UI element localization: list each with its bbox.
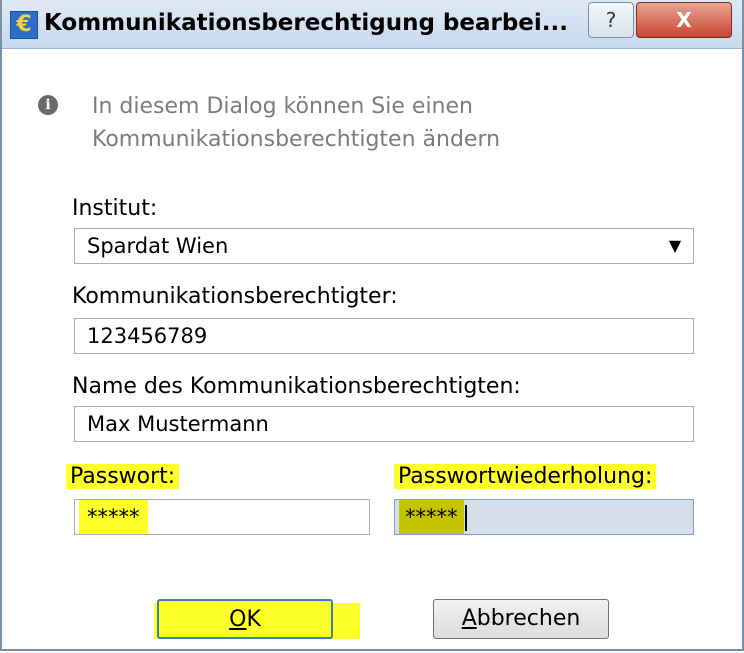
berechtigter-input-value: 123456789 [87,324,208,348]
institut-select-value: Spardat Wien [87,234,229,258]
chevron-down-icon[interactable]: ▼ [658,230,692,262]
title-bar[interactable]: € Kommunikationsberechtigung bearbei... … [2,0,742,49]
ok-mnemonic: O [229,607,247,632]
name-input-value: Max Mustermann [87,412,269,436]
institut-select[interactable]: Spardat Wien ▼ [74,228,694,264]
info-icon: i [38,95,58,115]
cancel-button[interactable]: Abbrechen [433,599,609,639]
info-text: In diesem Dialog können Sie einen Kommun… [92,94,501,152]
passwort-label-text: Passwort: [66,464,180,489]
help-button[interactable]: ? [588,2,634,38]
wiederholung-label: Passwortwiederholung: [394,464,657,489]
passwort-label: Passwort: [66,464,180,489]
berechtigter-input[interactable]: 123456789 [74,318,694,354]
name-label: Name des Kommunikationsberechtigten: [72,374,521,399]
passwort-input-value: ***** [79,500,148,534]
wiederholung-input-value: ***** [399,500,464,534]
institut-label: Institut: [72,196,158,221]
question-mark-icon: ? [605,8,617,32]
passwort-input[interactable]: ***** [74,499,370,535]
ok-label: K [246,607,261,632]
name-input[interactable]: Max Mustermann [74,406,694,442]
ok-button[interactable]: OK [157,599,333,639]
dialog-window: € Kommunikationsberechtigung bearbei... … [0,0,744,651]
cancel-mnemonic: A [461,606,477,631]
close-icon: X [676,8,692,32]
wiederholung-input[interactable]: ***** [394,499,694,535]
text-caret [464,505,467,531]
berechtigter-label: Kommunikationsberechtigter: [72,284,398,309]
cancel-label: bbrechen [476,606,581,631]
euro-app-icon: € [10,11,38,39]
wiederholung-label-text: Passwortwiederholung: [394,464,657,489]
close-button[interactable]: X [636,2,732,38]
window-title: Kommunikationsberechtigung bearbei... [44,10,569,36]
